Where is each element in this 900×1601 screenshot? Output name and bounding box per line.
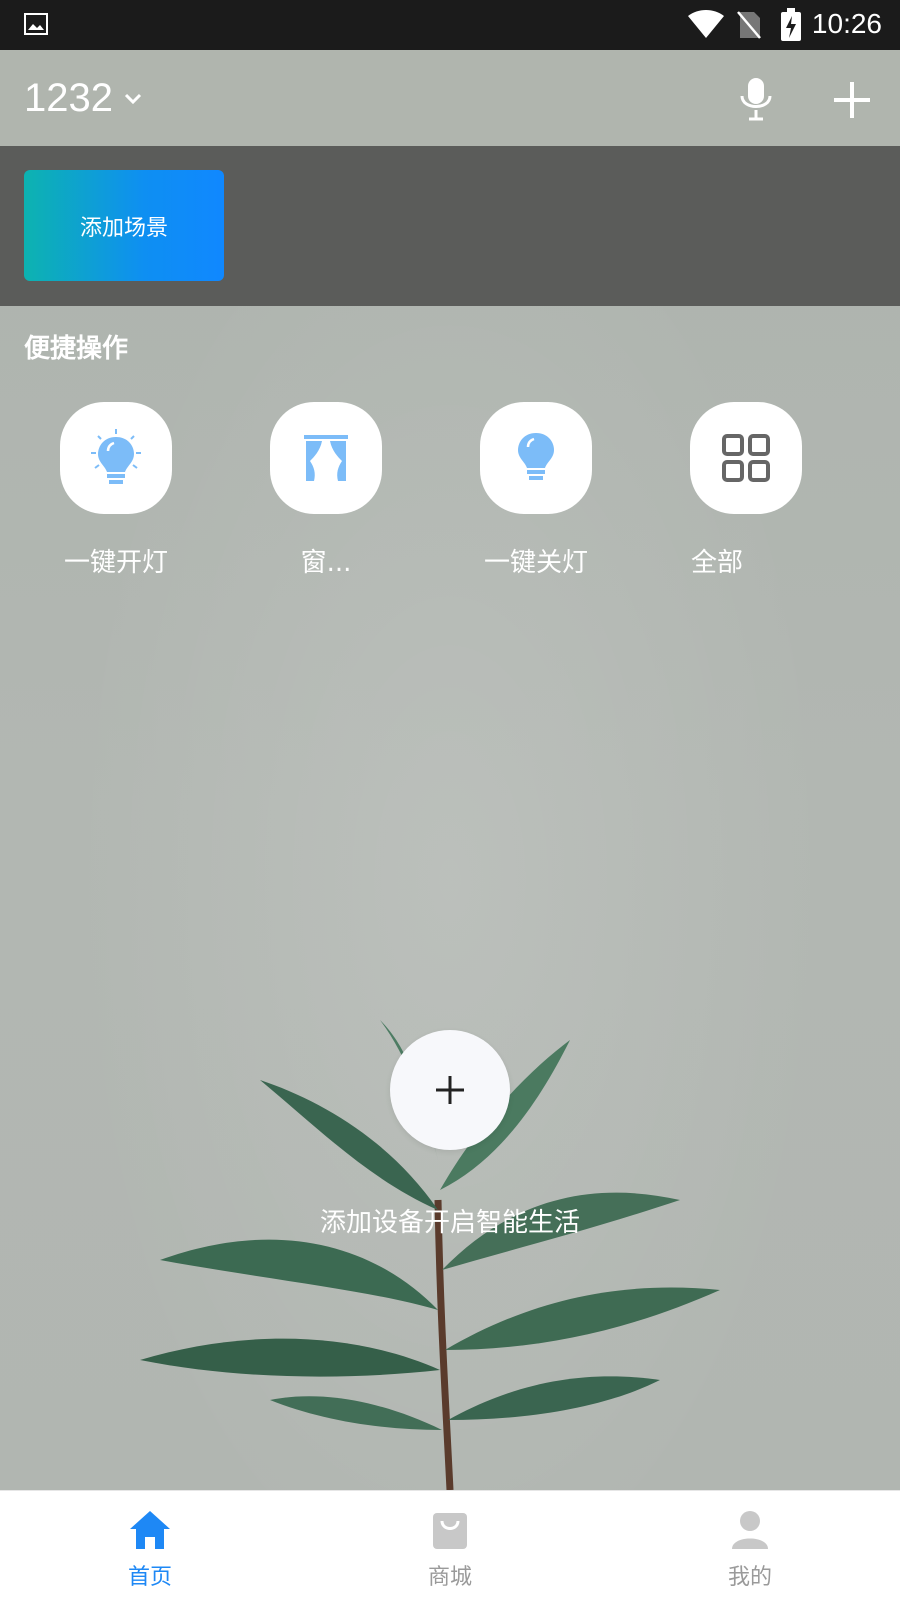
battery-charging-icon [781,8,801,41]
plus-icon [436,1076,464,1104]
shop-bag-icon [433,1513,467,1549]
tab-label: 商城 [427,1565,472,1590]
chevron-down-icon [124,93,142,104]
tab-shop[interactable]: 商城 [390,1509,510,1591]
microphone-icon[interactable] [738,76,774,122]
quick-action-circle[interactable] [690,402,802,514]
add-scene-button[interactable]: 添加场景 [24,170,224,281]
add-icon[interactable] [832,80,872,120]
clock: 10:26 [811,8,882,39]
bulb-on-icon [91,429,141,484]
grid-icon [722,434,770,482]
tab-label: 首页 [127,1565,172,1590]
tab-profile[interactable]: 我的 [690,1509,810,1591]
quick-action-curtain[interactable]: 窗... [266,402,386,579]
quick-action-lights-on[interactable]: 一键开灯 [56,402,176,579]
empty-state-hint: 添加设备开启智能生活 [319,1208,580,1238]
home-icon [130,1511,170,1549]
quick-action-circle[interactable] [270,402,382,514]
wifi-icon [688,10,724,38]
quick-action-label: 一键开灯 [63,548,168,578]
quick-action-circle[interactable] [480,402,592,514]
quick-action-circle[interactable] [60,402,172,514]
quick-action-label: 一键关灯 [483,548,588,578]
quick-actions-title: 便捷操作 [24,334,129,364]
curtain-icon [304,435,348,481]
top-bar: 1232 [0,50,900,146]
scene-bar: 添加场景 [0,146,900,306]
add-device-button[interactable] [390,1030,510,1150]
home-selector[interactable]: 1232 [24,76,143,121]
quick-action-all[interactable]: 全部 [686,402,806,579]
quick-action-label: 全部 [691,548,744,578]
quick-action-label: 窗... [300,548,352,578]
tab-label: 我的 [727,1565,772,1590]
profile-icon [732,1511,768,1549]
quick-action-lights-off[interactable]: 一键关灯 [476,402,596,579]
no-sim-icon [737,11,761,39]
home-name: 1232 [24,76,113,120]
bulb-off-icon [518,433,554,480]
tab-home[interactable]: 首页 [90,1509,210,1591]
image-notification-icon [24,13,48,35]
status-bar: 10:26 [0,0,900,50]
bottom-tab-bar: 首页 商城 我的 [0,1490,900,1601]
